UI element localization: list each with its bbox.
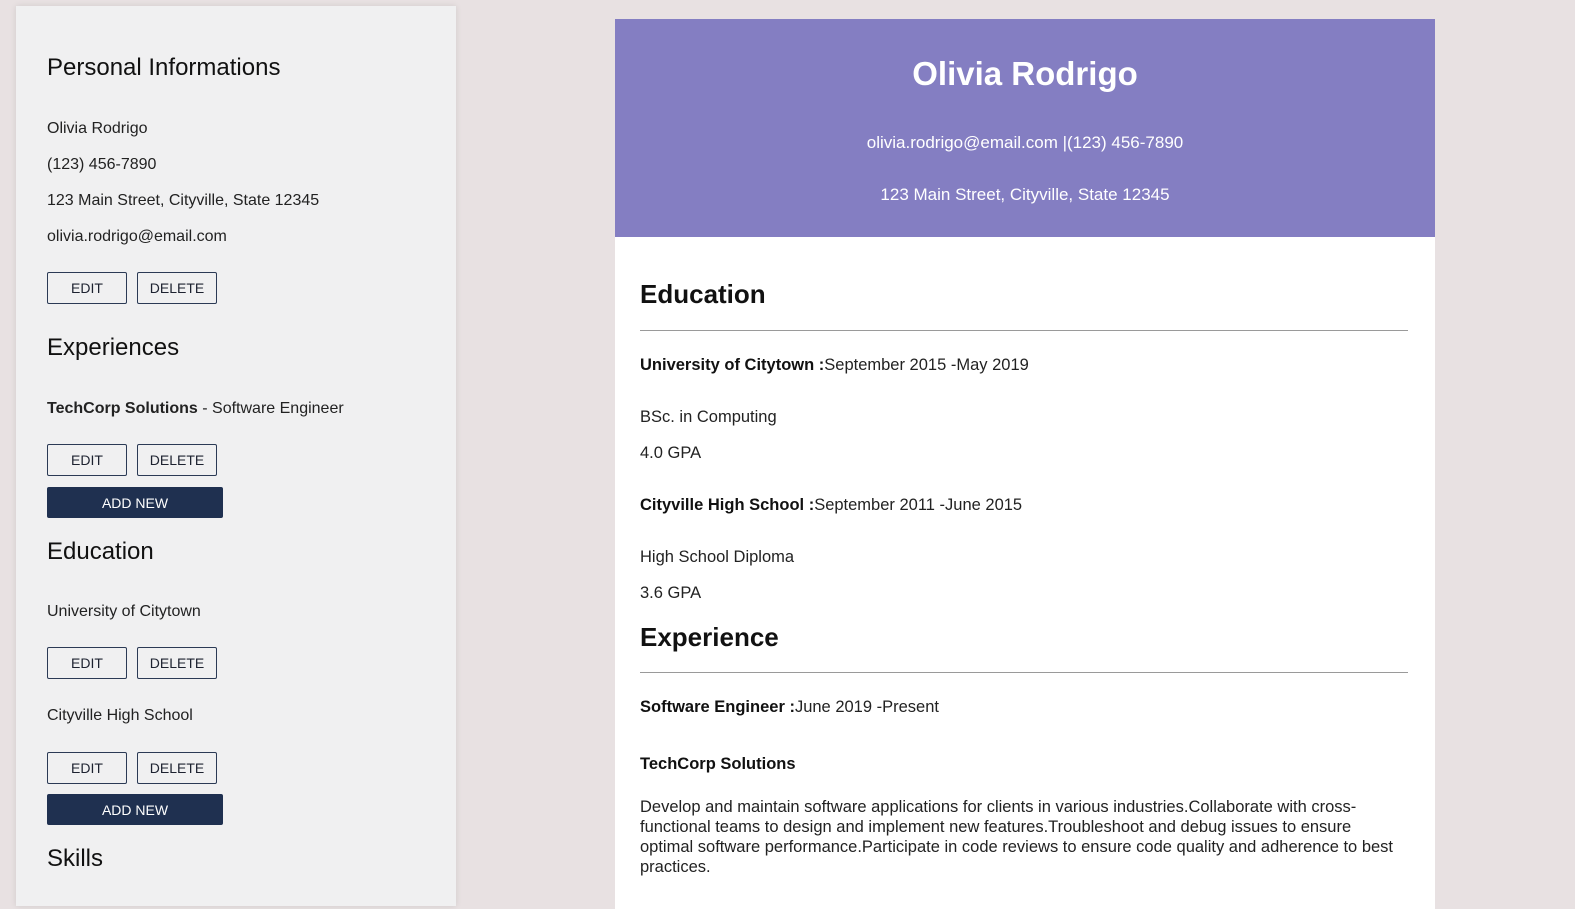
personal-address: 123 Main Street, Cityville, State 12345 [47,192,320,209]
experience-edit-button[interactable]: EDIT [47,444,127,476]
editor-sidebar: Personal Informations Olivia Rodrigo (12… [16,6,456,906]
personal-info-heading: Personal Informations [47,54,281,81]
resume-degree-0: BSc. in Computing [640,408,777,426]
experience-title: Software Engineer [212,400,344,417]
personal-edit-button[interactable]: EDIT [47,272,127,304]
resume-school-1: Cityville High School : [640,496,815,514]
resume-name: Olivia Rodrigo [912,55,1138,92]
resume-experience-title: Experience [640,622,779,652]
resume-address: 123 Main Street, Cityville, State 12345 [880,185,1170,204]
resume-education-title: Education [640,279,766,309]
education-heading: Education [47,538,154,565]
resume-gpa-1: 3.6 GPA [640,584,702,602]
resume-degree-1: High School Diploma [640,548,795,566]
education-0-edit-button[interactable]: EDIT [47,647,127,679]
experience-item: TechCorp Solutions - Software Engineer [47,400,344,418]
experience-company: TechCorp Solutions [47,400,198,417]
resume-education-entry-1: Cityville High School :September 2011 -J… [640,496,1022,515]
resume-contact: olivia.rodrigo@email.com |(123) 456-7890 [866,133,1184,152]
experiences-heading: Experiences [47,334,180,361]
resume-education-entry-0: University of Citytown :September 2015 -… [640,356,1029,375]
resume-role: Software Engineer : [640,698,795,716]
resume-preview: Olivia Rodrigo olivia.rodrigo@email.com … [615,19,1435,909]
resume-school-dates-1: September 2011 -June 2015 [814,496,1023,514]
personal-email: olivia.rodrigo@email.com [47,228,227,245]
education-divider [640,330,1408,331]
personal-delete-button[interactable]: DELETE [137,272,217,304]
resume-experience-entry: Software Engineer :June 2019 -Present [640,698,939,717]
education-item-0: University of Citytown [47,603,201,620]
resume-role-dates: June 2019 -Present [794,698,939,716]
resume-school-0: University of Citytown : [640,356,825,374]
experience-divider [640,672,1408,673]
resume-company: TechCorp Solutions [640,755,796,774]
personal-phone: (123) 456-7890 [47,156,157,173]
education-1-edit-button[interactable]: EDIT [47,752,127,784]
resume-header: Olivia Rodrigo olivia.rodrigo@email.com … [615,19,1435,237]
experience-separator: - [197,400,213,417]
resume-company-name: TechCorp Solutions [640,755,796,773]
education-1-delete-button[interactable]: DELETE [137,752,217,784]
add-education-button[interactable]: ADD NEW [47,794,223,825]
resume-gpa-0: 4.0 GPA [640,444,702,462]
resume-school-dates-0: September 2015 -May 2019 [824,356,1029,374]
skills-heading: Skills [47,845,104,872]
personal-name: Olivia Rodrigo [47,120,148,137]
education-item-1: Cityville High School [47,707,193,724]
education-0-delete-button[interactable]: DELETE [137,647,217,679]
experience-delete-button[interactable]: DELETE [137,444,217,476]
resume-experience-description: Develop and maintain software applicatio… [640,798,1394,876]
add-experience-button[interactable]: ADD NEW [47,487,223,518]
